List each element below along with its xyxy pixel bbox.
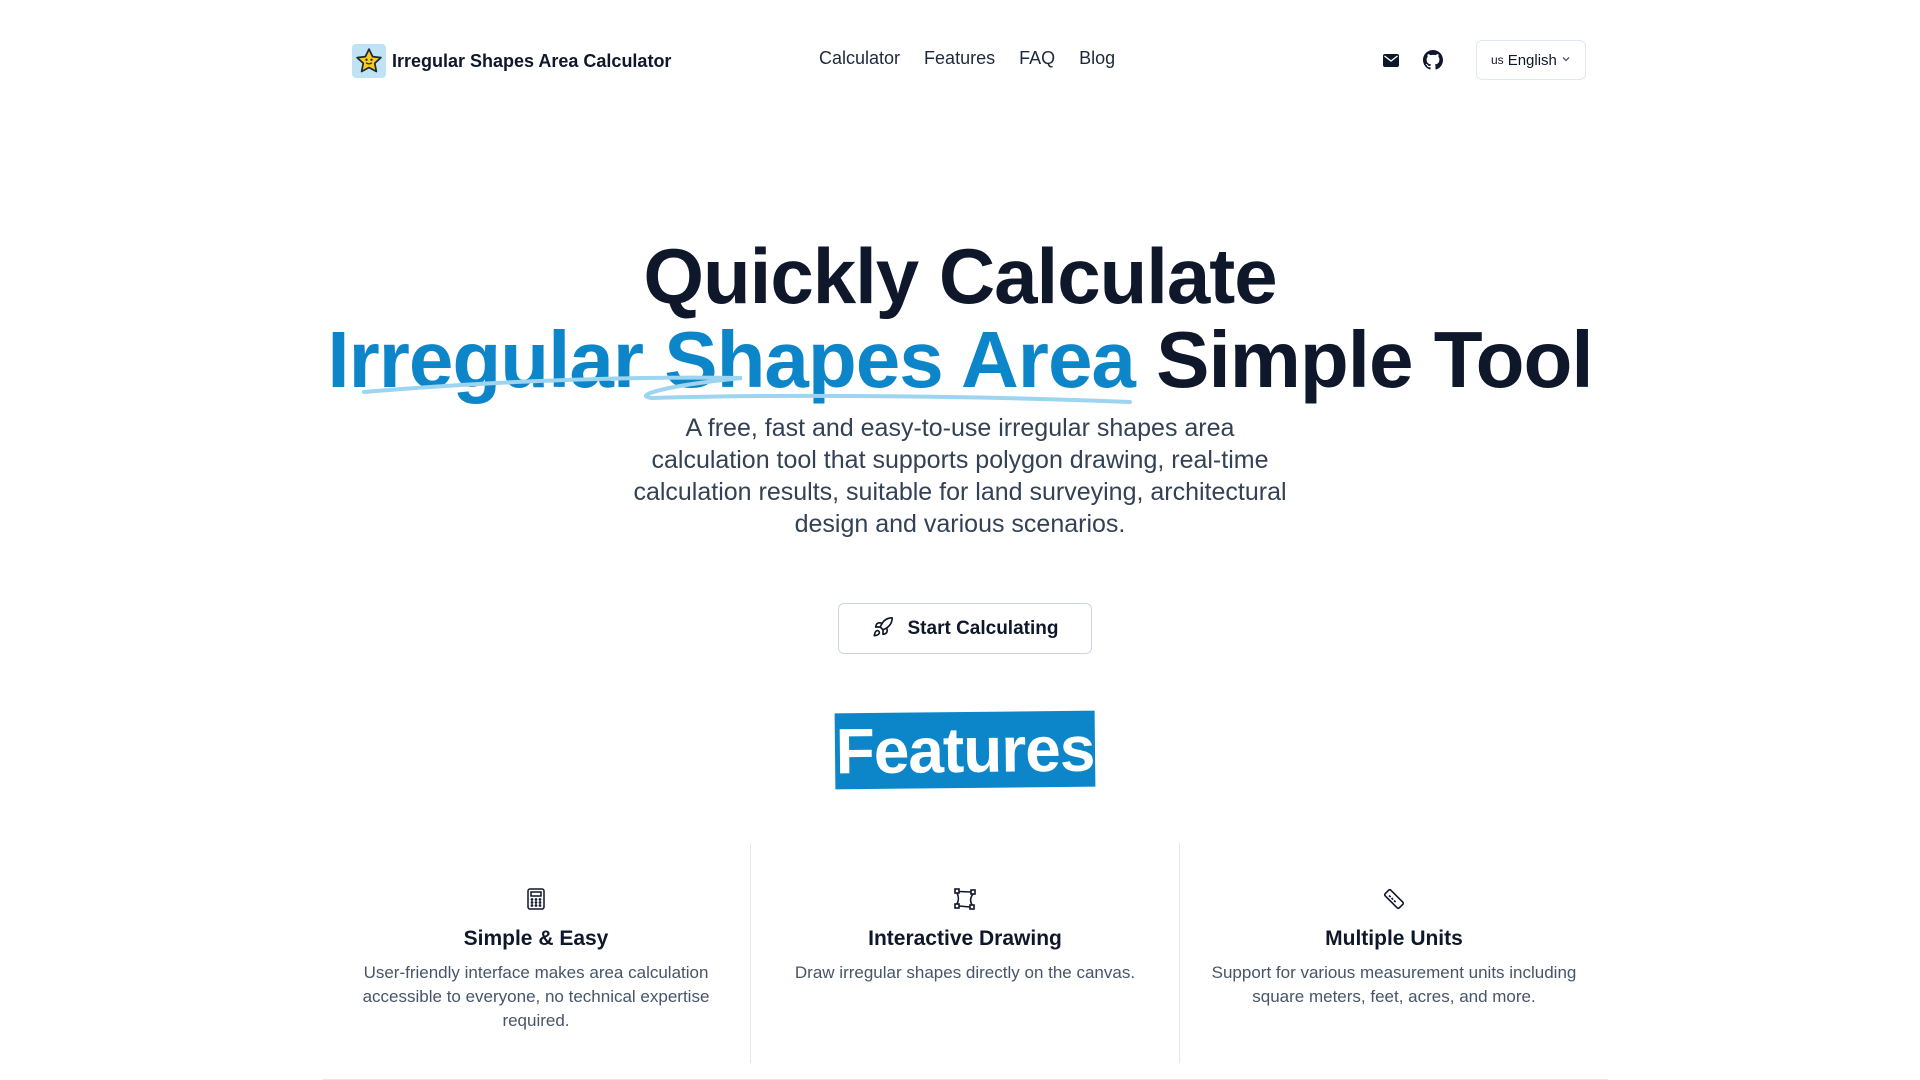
hero-subtitle: A free, fast and easy-to-use irregular s…: [633, 414, 1287, 538]
language-flag: us: [1491, 53, 1504, 67]
ruler-icon: [1180, 885, 1608, 913]
language-select[interactable]: us English: [1476, 40, 1586, 80]
nav-features[interactable]: Features: [924, 48, 995, 69]
feature-description: Draw irregular shapes directly on the ca…: [794, 963, 1136, 982]
language-label: English: [1507, 51, 1557, 69]
features-heading-badge: Features: [834, 710, 1096, 790]
features-grid: Simple & Easy User-friendly interface ma…: [322, 843, 1608, 1080]
site-header: Irregular Shapes Area Calculator Calcula…: [0, 0, 1920, 120]
start-calculating-button[interactable]: Start Calculating: [838, 603, 1092, 654]
feature-card-multiple-units: Multiple Units Support for various measu…: [1180, 843, 1608, 1063]
feature-description: Support for various measurement units in…: [1211, 963, 1577, 1006]
calculator-icon: [322, 885, 750, 913]
hero-underline-decoration: [362, 375, 1132, 404]
chevron-down-icon: [1561, 51, 1571, 69]
feature-title: Interactive Drawing: [868, 927, 1062, 950]
nav-faq[interactable]: FAQ: [1019, 48, 1055, 69]
brand-name: Irregular Shapes Area Calculator: [392, 50, 672, 71]
landing-page: Irregular Shapes Area Calculator Calcula…: [0, 0, 1920, 1080]
rocket-icon: [872, 616, 894, 641]
nav-calculator[interactable]: Calculator: [819, 48, 900, 69]
start-calculating-label: Start Calculating: [907, 617, 1059, 639]
polygon-draw-icon: [751, 885, 1179, 913]
feature-description: User-friendly interface makes area calcu…: [362, 963, 710, 1030]
hero-title-rest: Simple Tool: [1156, 315, 1593, 404]
brand-link[interactable]: Irregular Shapes Area Calculator: [352, 44, 671, 78]
star-icon: [352, 44, 386, 78]
features-title: Features: [835, 712, 1095, 788]
feature-title: Multiple Units: [1325, 927, 1463, 950]
mail-icon[interactable]: [1380, 49, 1402, 71]
github-icon[interactable]: [1422, 49, 1444, 71]
header-actions: us English: [1380, 40, 1586, 80]
hero-title-line1: Quickly Calculate: [643, 232, 1277, 320]
feature-title: Simple & Easy: [463, 927, 609, 950]
main-nav: Calculator Features FAQ Blog: [819, 48, 1115, 69]
feature-card-simple-easy: Simple & Easy User-friendly interface ma…: [322, 843, 751, 1063]
nav-blog[interactable]: Blog: [1079, 48, 1115, 69]
feature-card-interactive-drawing: Interactive Drawing Draw irregular shape…: [751, 843, 1180, 1063]
